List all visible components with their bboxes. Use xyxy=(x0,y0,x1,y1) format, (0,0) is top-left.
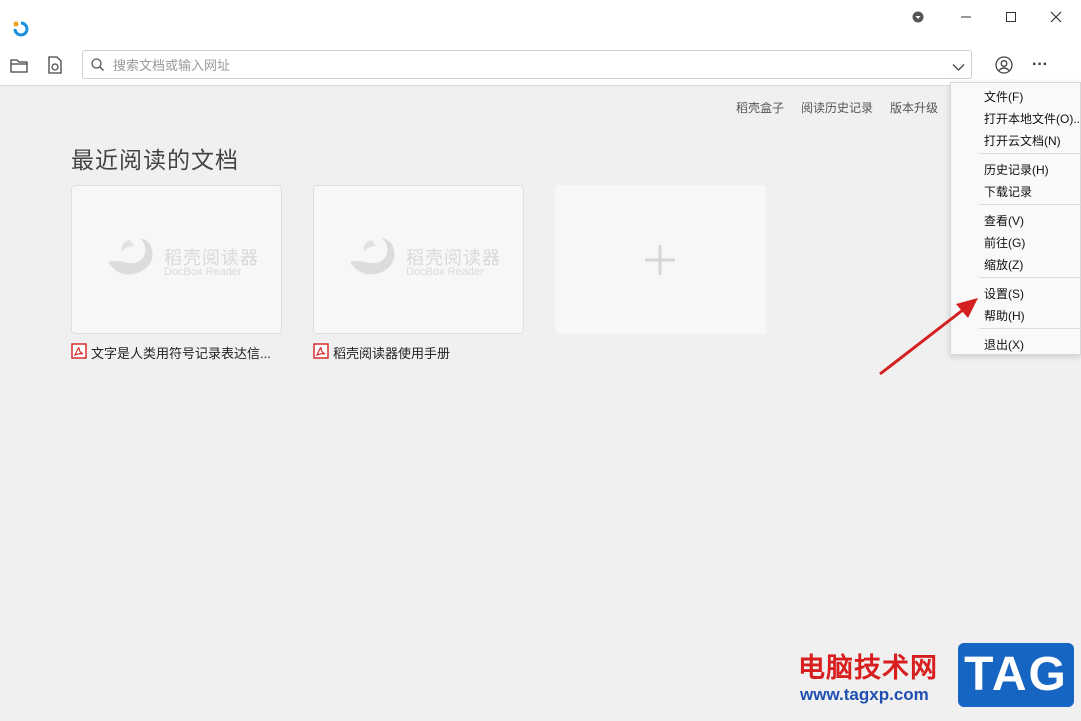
more-menu-button[interactable]: ··· xyxy=(1030,55,1050,75)
pdf-icon xyxy=(313,343,329,362)
folder-icon[interactable] xyxy=(9,55,29,75)
app-logo-icon xyxy=(11,19,31,39)
document-title: 文字是人类用符号记录表达信... xyxy=(91,346,271,361)
page-title: 最近阅读的文档 xyxy=(71,147,239,173)
menu-item-help[interactable]: 帮助(H) xyxy=(984,307,1025,324)
link-reading-history[interactable]: 阅读历史记录 xyxy=(801,99,873,116)
menu-item-view[interactable]: 查看(V) xyxy=(984,212,1024,229)
maximize-button[interactable] xyxy=(988,4,1034,30)
document-card-2[interactable]: 稻壳阅读器 DocBox Reader xyxy=(313,185,524,334)
menu-item-open-local-file[interactable]: 打开本地文件(O)... xyxy=(984,110,1081,127)
search-bar[interactable] xyxy=(82,50,972,79)
menu-item-open-cloud-document[interactable]: 打开云文档(N) xyxy=(984,132,1061,149)
docbox-logo-icon xyxy=(100,232,160,287)
menu-item-downloads[interactable]: 下载记录 xyxy=(984,183,1032,200)
menu-divider xyxy=(979,153,1081,154)
document-card-1[interactable]: 稻壳阅读器 DocBox Reader xyxy=(71,185,282,334)
menu-divider xyxy=(979,328,1081,329)
menu-divider xyxy=(979,277,1081,278)
title-bar xyxy=(0,0,1081,46)
document-caption-1[interactable]: 文字是人类用符号记录表达信... xyxy=(71,343,271,362)
menu-item-file[interactable]: 文件(F) xyxy=(984,88,1023,105)
cloud-document-icon[interactable] xyxy=(45,55,65,75)
document-caption-2[interactable]: 稻壳阅读器使用手册 xyxy=(313,343,450,362)
menu-item-go[interactable]: 前往(G) xyxy=(984,234,1025,251)
top-links: 稻壳盒子 阅读历史记录 版本升级 xyxy=(736,99,938,116)
watermark-url: www.tagxp.com xyxy=(800,685,929,704)
account-menu-icon[interactable] xyxy=(895,4,941,30)
search-icon xyxy=(91,58,104,76)
annotation-arrow-icon xyxy=(879,298,978,376)
close-button[interactable] xyxy=(1033,4,1079,30)
menu-item-history[interactable]: 历史记录(H) xyxy=(984,161,1049,178)
logo-text-en: DocBox Reader xyxy=(164,266,242,278)
link-version-upgrade[interactable]: 版本升级 xyxy=(890,99,938,116)
add-document-button[interactable] xyxy=(555,185,766,334)
toolbar: ··· xyxy=(0,46,1081,86)
menu-item-zoom[interactable]: 缩放(Z) xyxy=(984,256,1023,273)
menu-item-exit[interactable]: 退出(X) xyxy=(984,336,1024,353)
search-input[interactable] xyxy=(111,53,935,78)
user-icon[interactable] xyxy=(994,55,1014,75)
watermark-tag-logo: TAG xyxy=(958,643,1074,707)
logo-text-en: DocBox Reader xyxy=(406,266,484,278)
docbox-logo-icon xyxy=(342,232,402,287)
watermark-site-name: 电脑技术网 xyxy=(798,653,938,683)
document-title: 稻壳阅读器使用手册 xyxy=(333,346,451,361)
minimize-button[interactable] xyxy=(943,4,989,30)
pdf-icon xyxy=(71,343,87,362)
link-docbox[interactable]: 稻壳盒子 xyxy=(736,99,784,116)
plus-icon xyxy=(643,243,677,282)
menu-divider xyxy=(979,204,1081,205)
menu-item-settings[interactable]: 设置(S) xyxy=(984,285,1024,302)
chevron-down-icon[interactable] xyxy=(952,59,965,77)
